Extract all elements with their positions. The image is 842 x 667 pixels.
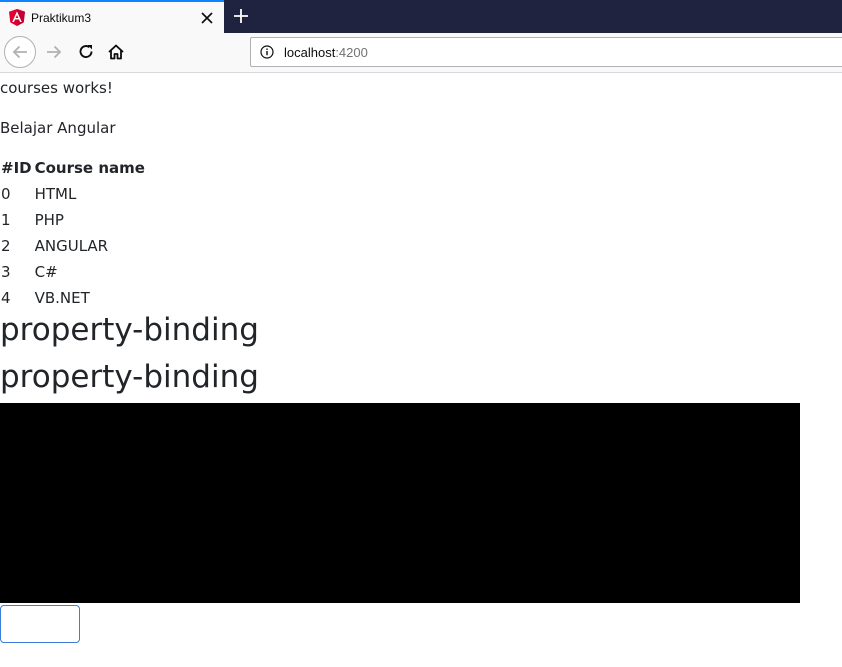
table-header-row: #ID Course name	[0, 155, 147, 181]
course-name: C#	[34, 263, 58, 281]
tab-strip: Praktikum3	[0, 0, 842, 33]
back-arrow-icon[interactable]	[4, 36, 36, 68]
course-id: 2	[1, 237, 11, 255]
course-id: 1	[1, 211, 11, 229]
close-tab-icon[interactable]	[199, 8, 215, 28]
course-name: ANGULAR	[34, 237, 109, 255]
home-icon[interactable]	[100, 36, 132, 68]
forward-arrow-icon[interactable]	[38, 36, 70, 68]
property-binding-heading: property-binding	[0, 312, 259, 348]
url-text: localhost:4200	[284, 45, 368, 60]
table-row: 2 ANGULAR	[0, 233, 147, 259]
courses-works-text: courses works!	[0, 79, 113, 97]
table-row: 0 HTML	[0, 181, 147, 207]
address-bar[interactable]: localhost:4200	[250, 37, 842, 67]
url-host: localhost	[284, 45, 336, 60]
black-box	[0, 403, 800, 603]
course-id: 4	[1, 289, 11, 307]
navigation-toolbar: localhost:4200	[0, 33, 842, 73]
course-name: VB.NET	[34, 289, 90, 307]
subtitle-text: Belajar Angular	[0, 119, 116, 137]
page-content: courses works! Belajar Angular #ID Cours…	[0, 73, 842, 667]
table-row: 3 C#	[0, 259, 147, 285]
new-tab-plus-icon[interactable]	[230, 5, 252, 27]
url-port: :4200	[335, 45, 368, 60]
course-name: HTML	[34, 185, 77, 203]
info-icon[interactable]	[260, 45, 274, 59]
angular-logo-icon	[9, 9, 25, 26]
reload-icon[interactable]	[70, 36, 102, 68]
column-header-course-name: Course name	[34, 159, 145, 177]
course-id: 3	[1, 263, 11, 281]
column-header-id: #ID	[1, 159, 32, 177]
course-id: 0	[1, 185, 11, 203]
course-name: PHP	[34, 211, 64, 229]
property-binding-heading: property-binding	[0, 359, 259, 395]
tab-title: Praktikum3	[31, 11, 92, 25]
text-input[interactable]	[0, 605, 80, 643]
browser-tab[interactable]: Praktikum3	[0, 0, 224, 33]
table-row: 4 VB.NET	[0, 285, 147, 311]
courses-table: #ID Course name 0 HTML 1 PHP 2 ANGULAR 3…	[0, 155, 147, 311]
table-row: 1 PHP	[0, 207, 147, 233]
